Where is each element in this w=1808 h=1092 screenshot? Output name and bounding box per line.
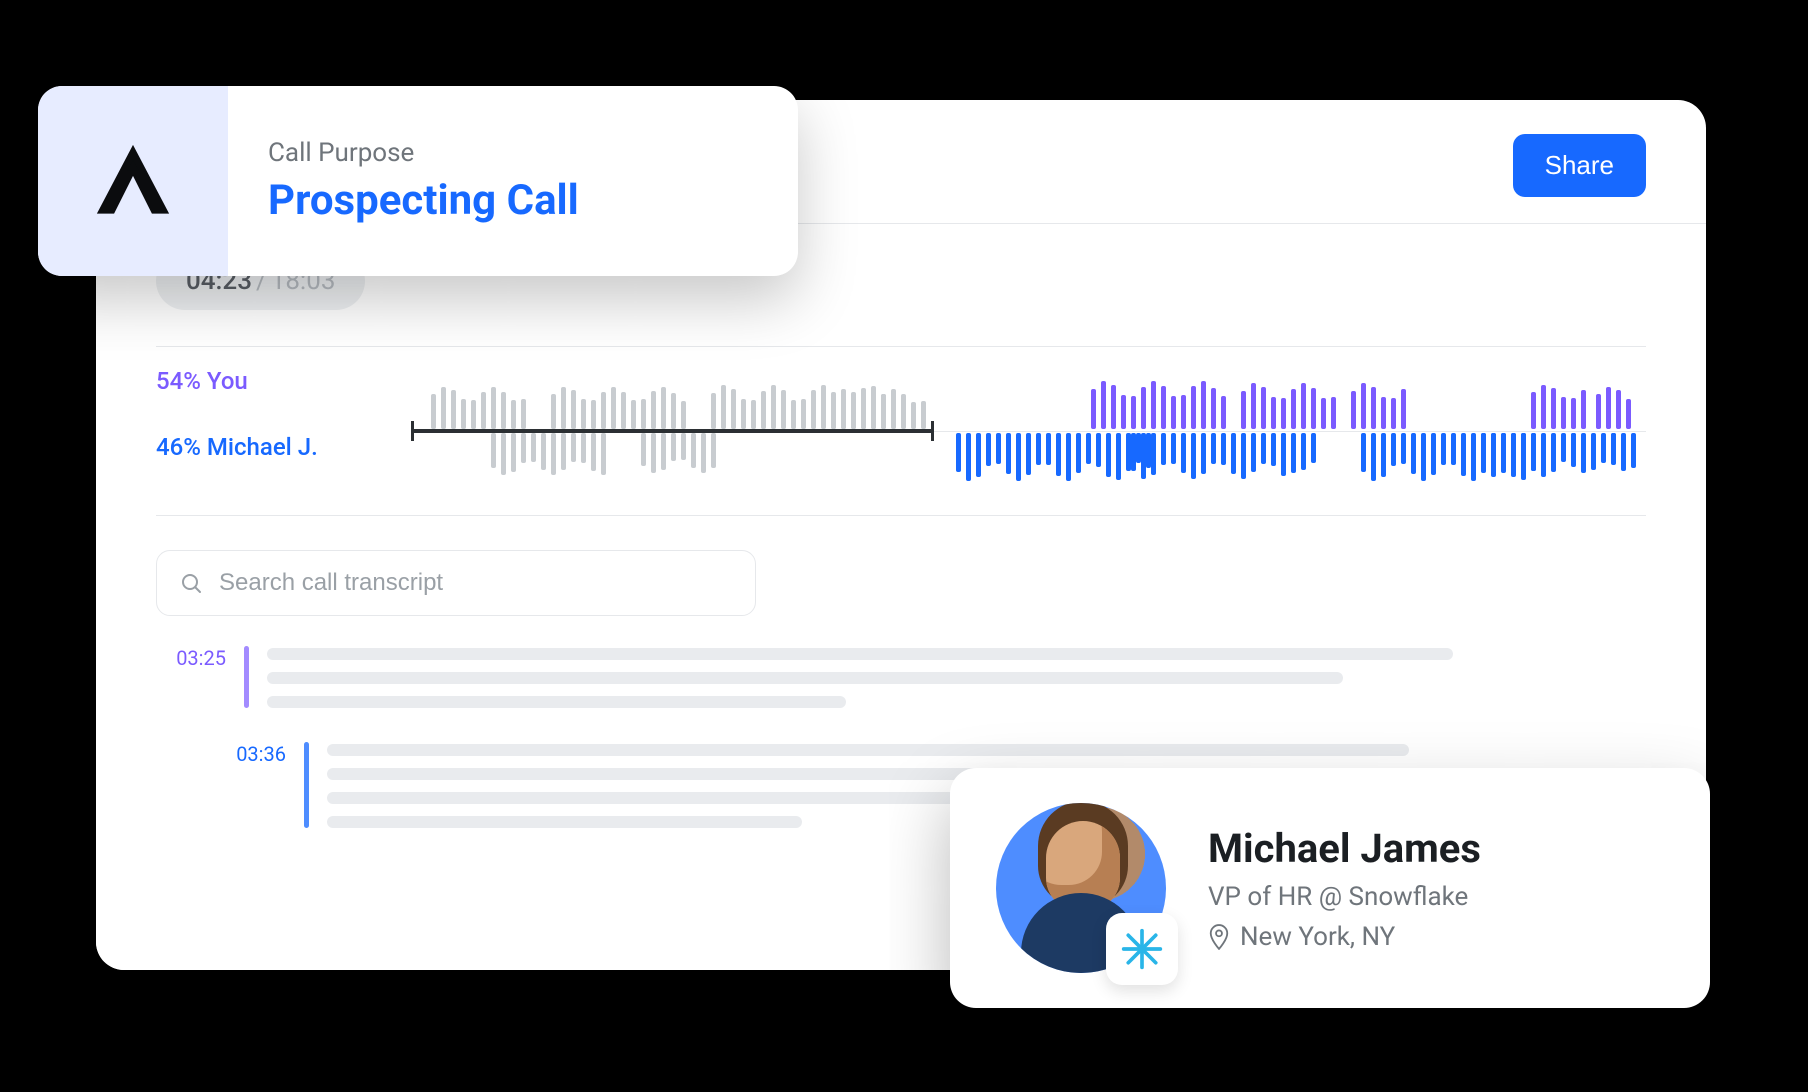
contact-card[interactable]: Michael James VP of HR @ Snowflake New Y… <box>950 768 1710 1008</box>
speaker-other-label: 46% Michael J. <box>156 433 318 461</box>
wave-seg <box>1481 433 1576 477</box>
snowflake-icon <box>1120 927 1164 971</box>
transcript-search[interactable] <box>156 550 756 616</box>
app-logo-tile <box>38 86 228 276</box>
speaker-you-label: 54% You <box>156 367 318 395</box>
waveform-track[interactable] <box>411 371 1646 491</box>
wave-seg <box>1241 383 1336 429</box>
location-pin-icon <box>1208 924 1230 950</box>
wave-seg <box>431 387 526 429</box>
call-purpose-card: Call Purpose Prospecting Call <box>38 86 798 276</box>
wave-seg <box>1611 433 1636 471</box>
transcript-time: 03:36 <box>216 742 286 766</box>
wave-seg <box>1281 433 1316 473</box>
wave-seg <box>831 389 926 429</box>
wave-seg <box>551 387 686 429</box>
transcript-text-placeholder <box>267 646 1646 708</box>
transcript-time: 03:25 <box>156 646 226 670</box>
wave-seg <box>641 433 716 473</box>
share-button[interactable]: Share <box>1513 134 1646 197</box>
transcript-speaker-bar <box>304 742 309 828</box>
call-purpose-label: Call Purpose <box>268 138 579 168</box>
wave-seg <box>1351 383 1406 429</box>
transcript-row[interactable]: 03:25 <box>156 646 1646 708</box>
wave-seg <box>1531 385 1586 429</box>
wave-seg <box>1571 433 1616 473</box>
transcript-speaker-bar <box>244 646 249 708</box>
contact-location-text: New York, NY <box>1240 922 1395 952</box>
contact-title: VP of HR @ Snowflake <box>1208 882 1481 912</box>
waveform-playhead[interactable] <box>931 421 934 441</box>
talk-ratio-waveform[interactable]: 54% You 46% Michael J. <box>156 346 1646 516</box>
contact-avatar <box>996 803 1166 973</box>
search-icon <box>179 571 203 595</box>
wave-seg <box>1091 381 1226 429</box>
wave-seg <box>956 433 1151 481</box>
apollo-logo-icon <box>90 138 176 224</box>
company-badge <box>1106 913 1178 985</box>
wave-seg <box>1596 387 1631 429</box>
wave-seg <box>491 433 606 475</box>
contact-name: Michael James <box>1208 825 1481 872</box>
wave-seg <box>1131 433 1286 479</box>
call-purpose-value: Prospecting Call <box>268 176 579 225</box>
speaker-labels: 54% You 46% Michael J. <box>156 367 318 461</box>
contact-location: New York, NY <box>1208 922 1481 952</box>
transcript-search-input[interactable] <box>219 569 733 597</box>
